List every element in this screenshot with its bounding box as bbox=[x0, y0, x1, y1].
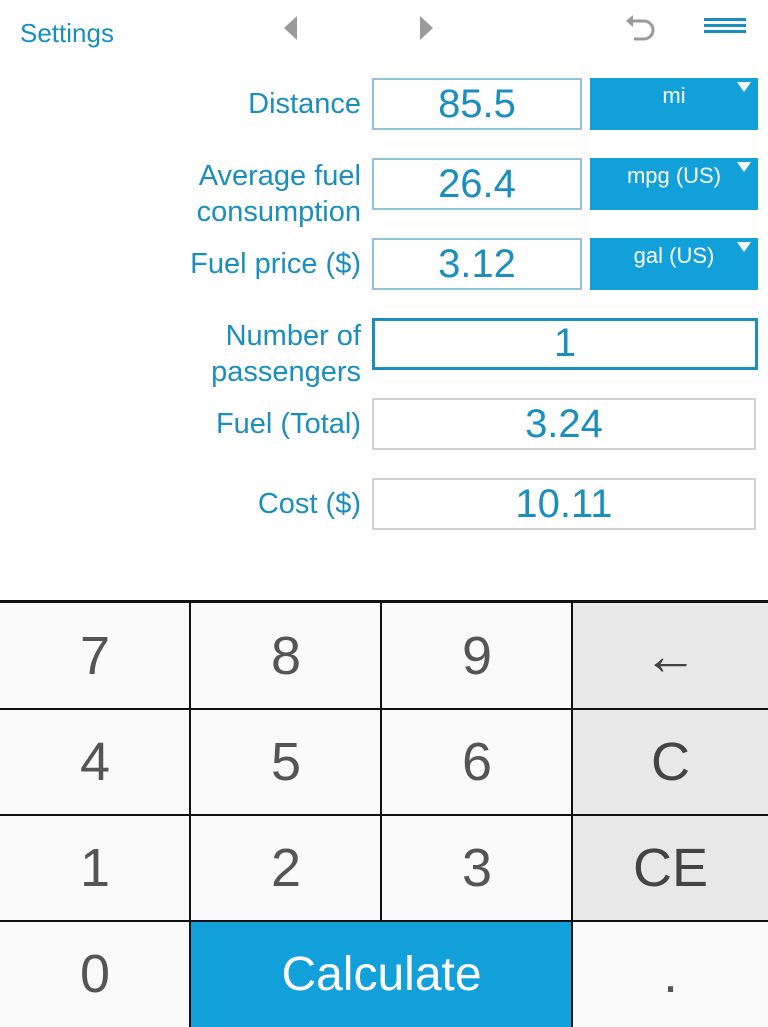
key-5[interactable]: 5 bbox=[191, 709, 381, 814]
price-label: Fuel price ($) bbox=[190, 248, 361, 280]
settings-button[interactable]: Settings bbox=[20, 18, 114, 49]
cost-label: Cost ($) bbox=[257, 488, 361, 520]
triangle-left-icon[interactable] bbox=[284, 16, 297, 40]
key-3[interactable]: 3 bbox=[382, 815, 572, 920]
triangle-right-icon[interactable] bbox=[420, 16, 433, 40]
key-9[interactable]: 9 bbox=[382, 603, 572, 708]
keypad-divider bbox=[0, 814, 768, 816]
keypad-divider bbox=[571, 603, 573, 1027]
undo-icon[interactable] bbox=[622, 12, 658, 44]
key-2[interactable]: 2 bbox=[191, 815, 381, 920]
consumption-unit-select[interactable]: mpg (US) bbox=[590, 158, 758, 210]
dropdown-caret-icon bbox=[737, 242, 751, 252]
key-0[interactable]: 0 bbox=[0, 921, 190, 1027]
passengers-label-line2: passengers bbox=[211, 356, 361, 388]
passengers-label-line1: Number of bbox=[225, 320, 361, 352]
decimal-key[interactable]: . bbox=[573, 921, 768, 1027]
distance-unit-select[interactable]: mi bbox=[590, 78, 758, 130]
keypad-divider bbox=[189, 603, 191, 1027]
distance-unit-value: mi bbox=[662, 83, 686, 108]
fuel-total-output: 3.24 bbox=[372, 398, 756, 450]
backspace-key[interactable]: ← bbox=[573, 603, 768, 708]
keypad-divider bbox=[380, 603, 382, 921]
key-8[interactable]: 8 bbox=[191, 603, 381, 708]
keypad-divider bbox=[0, 920, 768, 922]
key-4[interactable]: 4 bbox=[0, 709, 190, 814]
consumption-label-line2: consumption bbox=[196, 196, 361, 228]
price-input[interactable]: 3.12 bbox=[372, 238, 582, 290]
consumption-unit-value: mpg (US) bbox=[626, 163, 722, 188]
consumption-input[interactable]: 26.4 bbox=[372, 158, 582, 210]
key-1[interactable]: 1 bbox=[0, 815, 190, 920]
key-6[interactable]: 6 bbox=[382, 709, 572, 814]
distance-input[interactable]: 85.5 bbox=[372, 78, 582, 130]
cost-output: 10.11 bbox=[372, 478, 756, 530]
passengers-label: Number of passengers bbox=[211, 318, 361, 390]
key-7[interactable]: 7 bbox=[0, 603, 190, 708]
calculate-button[interactable]: Calculate bbox=[191, 921, 572, 1027]
consumption-label: Average fuel consumption bbox=[197, 158, 361, 230]
dropdown-caret-icon bbox=[737, 162, 751, 172]
dropdown-caret-icon bbox=[737, 82, 751, 92]
passengers-input[interactable]: 1 bbox=[372, 318, 758, 370]
keypad: 7 8 9 ← 4 5 6 C 1 2 3 CE 0 Calculate . bbox=[0, 600, 768, 1027]
distance-label: Distance bbox=[248, 88, 361, 120]
menu-icon[interactable] bbox=[704, 18, 746, 36]
fuel-total-label: Fuel (Total) bbox=[215, 408, 361, 440]
clear-key[interactable]: C bbox=[573, 709, 768, 814]
clear-entry-key[interactable]: CE bbox=[573, 815, 768, 920]
price-unit-value: gal (US) bbox=[633, 243, 715, 268]
price-unit-select[interactable]: gal (US) bbox=[590, 238, 758, 290]
consumption-label-line1: Average fuel bbox=[198, 160, 361, 192]
keypad-divider bbox=[0, 708, 768, 710]
